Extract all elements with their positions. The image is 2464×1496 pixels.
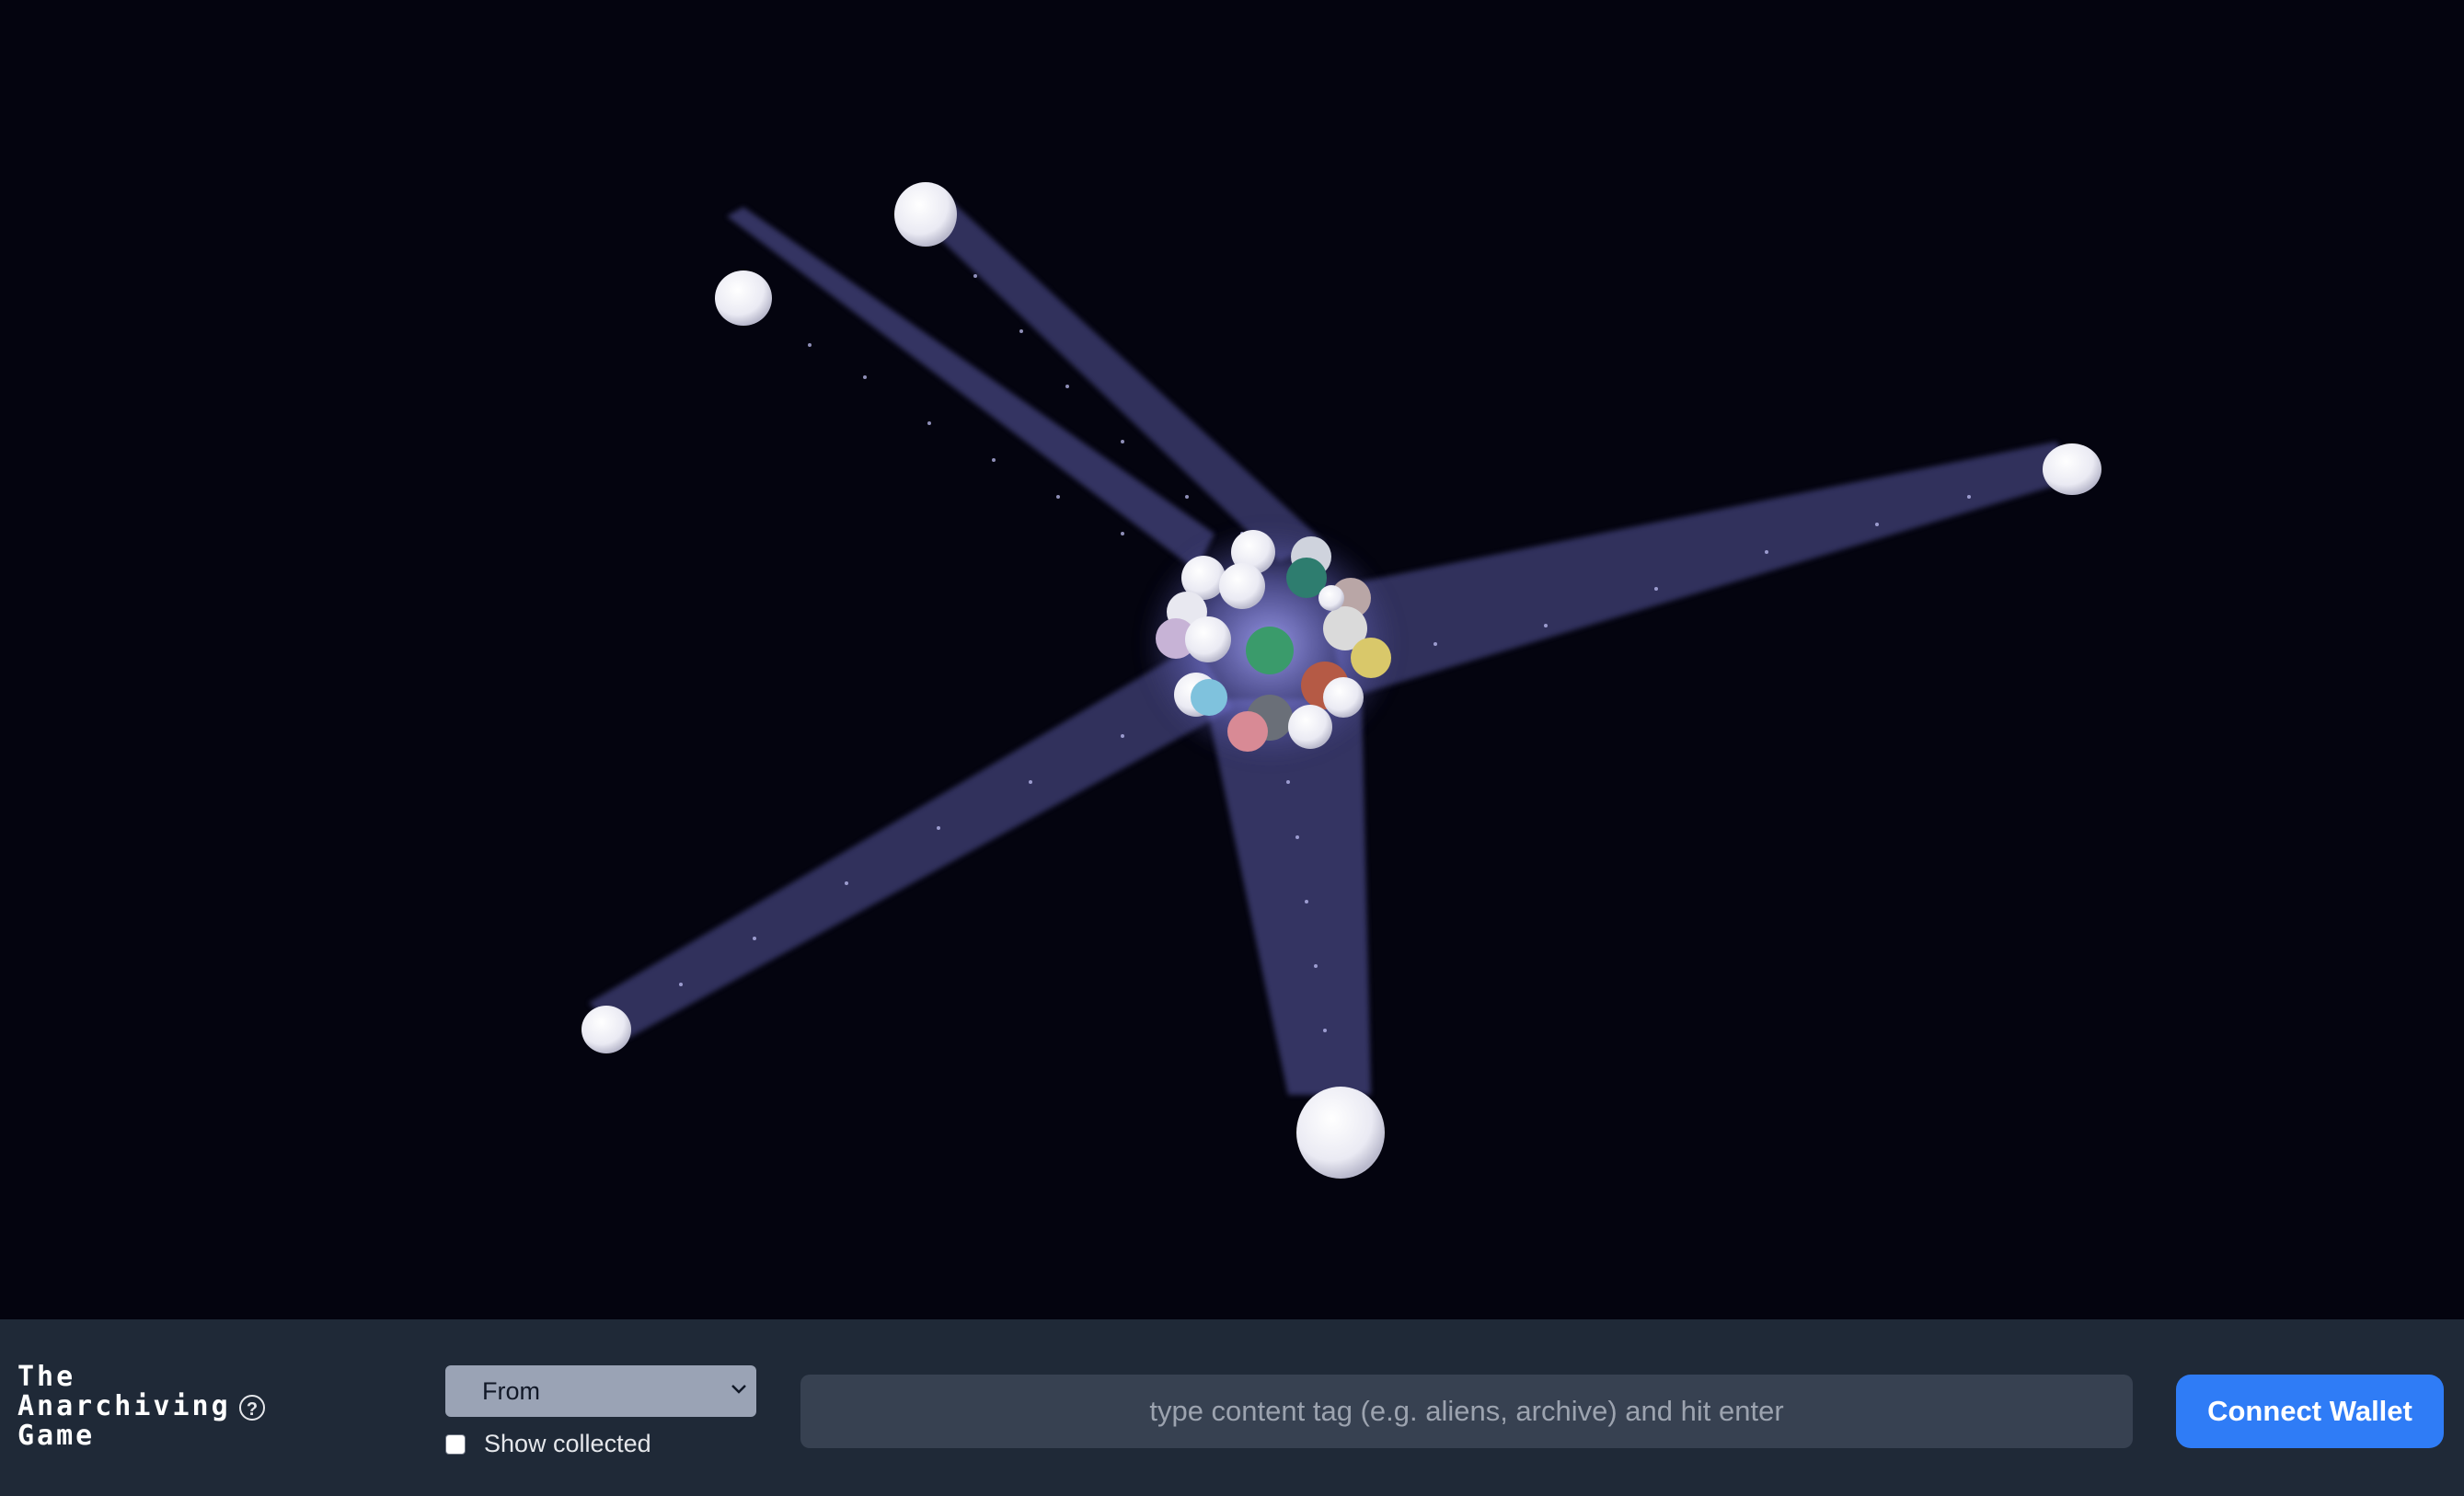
- cluster-node: [1323, 677, 1364, 718]
- connect-wallet-button[interactable]: Connect Wallet: [2176, 1375, 2444, 1448]
- cluster-node: [1351, 638, 1391, 678]
- order-select[interactable]: From: [445, 1365, 756, 1417]
- tag-search-placeholder: type content tag (e.g. aliens, archive) …: [1149, 1395, 1784, 1427]
- outer-node-lower-left: [581, 1006, 631, 1053]
- show-collected-label: Show collected: [484, 1430, 651, 1457]
- beam-lower-left: [589, 644, 1233, 1040]
- network-graph[interactable]: [0, 0, 2464, 1319]
- app-title-line: The: [17, 1361, 76, 1393]
- cluster-node: [1288, 705, 1332, 749]
- outer-node-top-left: [715, 270, 772, 326]
- cluster-node: [1191, 679, 1227, 716]
- app-title-line: Anarchiving: [17, 1390, 231, 1422]
- order-select-value: From: [482, 1377, 540, 1405]
- tag-search-input[interactable]: type content tag (e.g. aliens, archive) …: [800, 1375, 2133, 1448]
- cluster-node: [1318, 585, 1344, 611]
- chevron-down-icon: [731, 1385, 746, 1394]
- cluster-node: [1219, 563, 1265, 609]
- show-collected-row: Show collected: [445, 1430, 651, 1458]
- app-title: The Anarchiving Game: [17, 1363, 231, 1451]
- cluster-node: [1185, 616, 1231, 662]
- cluster-node: [1246, 627, 1294, 674]
- bottom-toolbar: The Anarchiving Game ? From Show collect…: [0, 1319, 2464, 1496]
- outer-node-right: [2043, 443, 2101, 495]
- cluster-node: [1227, 711, 1268, 752]
- app-title-line: Game: [17, 1420, 96, 1452]
- question-circle-icon[interactable]: ?: [239, 1395, 265, 1421]
- outer-node-top: [894, 182, 957, 247]
- outer-node-bottom: [1296, 1087, 1385, 1179]
- show-collected-checkbox[interactable]: [445, 1433, 466, 1455]
- beam-right: [1325, 442, 2079, 699]
- graph-canvas[interactable]: [0, 0, 2464, 1319]
